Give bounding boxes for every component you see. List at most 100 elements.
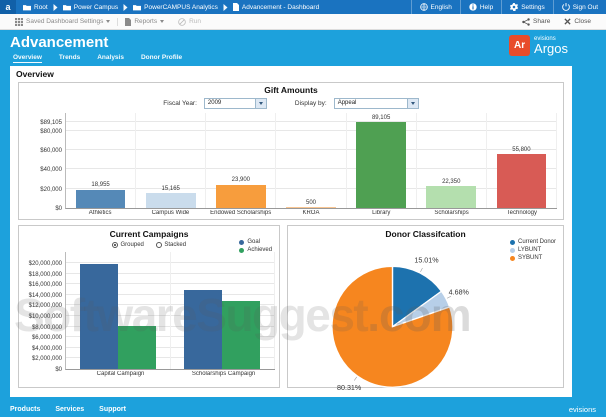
toolbar-close[interactable]: Close [557,18,598,26]
gift-category-column: 22,350 [417,113,487,208]
toolbar-label: Reports [134,18,158,25]
gift-bar-value: 500 [305,199,316,206]
breadcrumb-item-power-campus[interactable]: Power Campus [62,3,119,11]
y-tick-label: $4,000,000 [31,345,62,352]
mode-option-stacked[interactable]: Stacked [155,242,187,248]
donor-pie-chart: 15.01% 4.68% 80.31% [288,241,563,400]
tab-donor-profile[interactable]: Donor Profile [141,54,182,63]
gift-bar-library [356,122,407,208]
mode-label: Stacked [164,242,187,248]
toolbar-share[interactable]: Share [515,17,557,26]
info-icon [469,3,477,11]
gear-icon [510,3,519,11]
breadcrumb-label: Advancement - Dashboard [241,3,320,11]
page-title: Advancement [10,34,109,51]
breadcrumb-item-root[interactable]: Root [23,4,48,11]
gift-amounts-title: Gift Amounts [264,85,318,95]
dashboard-header: Advancement Overview Trends Analysis Donor … [0,30,606,66]
gift-bar-value: 18,955 [91,182,110,189]
footer-bar: Products Services Support evisions [0,402,606,417]
breadcrumb-arrow-icon [223,3,228,11]
gift-bar-value: 15,165 [161,185,180,192]
legend-dot-icon [509,239,515,245]
campaign-groups [66,252,276,369]
top-action-help[interactable]: Help [459,0,501,14]
legend-item-current-donor: Current Donor [509,239,556,245]
campaign-x-axis: Capital Campaign Scholarships Campaign [69,371,275,377]
toolbar-run: Run [171,17,208,26]
toolbar-reports[interactable]: Reports [118,17,171,26]
mode-option-grouped[interactable]: Grouped [112,242,144,248]
pie-label-tick [420,267,423,273]
donor-pie-svg: 15.01% 4.68% 80.31% [331,256,470,392]
toolbar-left-group: Saved Dashboard Settings Reports Run [8,17,208,26]
dashboard-tabs: Overview Trends Analysis Donor Profile [13,54,182,63]
donor-classification-panel: Donor Classifcation Current Donor LYBUNT S… [287,225,564,392]
gift-y-axis: $0 $20,000 $40,000 $60,000 $80,000 $89,105 [25,113,65,212]
footer-link-support[interactable]: Support [99,406,126,413]
legend-item-lybunt: LYBUNT [509,247,556,253]
campaign-x-label: Capital Campaign [96,371,145,377]
top-action-label: Settings [521,3,545,11]
donor-legend: Current Donor LYBUNT SYBUNT [509,239,556,263]
current-campaigns-panel: Current Campaigns Grouped Stacked Goal Ach… [18,225,281,388]
bottom-charts-row: Current Campaigns Grouped Stacked Goal Ach… [18,225,564,392]
y-tick-label: $20,000,000 [28,261,62,267]
y-tick-label: $10,000,000 [28,314,62,320]
campaign-x-label: Scholarships Campaign [191,371,256,377]
campaign-legend: Goal Achieved [239,239,272,255]
gift-category-column: 18,955 [66,113,137,208]
legend-dot-icon [509,247,515,253]
campaign-bar-goal [79,264,118,369]
tab-trends[interactable]: Trends [59,54,80,63]
argos-brand: Ar evisions Argos [509,35,568,56]
content-panel: Overview Gift Amounts Fiscal Year: 2009 … [10,66,572,397]
campaign-bar-goal [184,290,223,369]
toolbar-label: Share [533,18,551,25]
pie-percent-label: 4.68% [449,288,470,296]
dashboard-icon [232,3,239,11]
dashboard-toolbar: Saved Dashboard Settings Reports Run Share… [0,14,606,30]
gift-category-column: 89,105 [347,113,417,208]
breadcrumb-label: Root [34,3,48,11]
y-tick-label: $18,000,000 [28,271,62,278]
tab-overview[interactable]: Overview [13,54,42,63]
legend-dot-icon [239,247,245,253]
argos-label: Argos [534,41,568,56]
gift-amounts-controls: Fiscal Year: 2009 Display by: Appeal [19,95,563,111]
top-action-settings[interactable]: Settings [501,0,553,14]
legend-label: Goal [247,239,261,245]
radio-icon[interactable] [112,242,119,248]
section-title: Overview [16,69,54,79]
gift-plot-area: 18,955 15,165 23,900 500 89,105 22,350 55,800 [65,113,557,209]
fiscal-year-select[interactable]: 2009 [203,97,267,109]
argos-app-logo[interactable]: a [0,0,16,14]
radio-icon[interactable] [155,242,162,248]
breadcrumb-item-advancement-dashboard[interactable]: Advancement - Dashboard [232,3,320,11]
gift-x-axis: Athletics Campus Wide Endowed Scholarships… [65,210,557,216]
y-tick-label: $16,000,000 [28,282,62,289]
y-tick-label: $6,000,000 [31,335,62,342]
campaign-plot-area [65,252,276,370]
grid-icon [15,17,23,26]
top-action-sign-out[interactable]: Sign Out [552,0,606,14]
gift-bar-value: 23,900 [231,177,251,184]
close-icon [564,18,571,25]
folder-icon [23,4,31,11]
footer-link-services[interactable]: Services [55,406,84,413]
current-campaigns-title: Current Campaigns [109,229,189,239]
top-action-english[interactable]: English [410,0,460,14]
caret-down-icon [106,20,111,23]
y-tick-label: $0 [55,206,62,212]
toolbar-saved-dashboard-settings[interactable]: Saved Dashboard Settings [8,17,119,26]
gift-x-label: Endowed Scholarships [210,210,272,216]
display-by-select[interactable]: Appeal [333,97,419,109]
footer-link-products[interactable]: Products [10,406,40,413]
tab-analysis[interactable]: Analysis [97,54,124,63]
campaign-group-scholarships-campaign [171,252,276,369]
breadcrumb-label: Power Campus [73,3,119,11]
breadcrumb: Root Power Campus PowerCAMPUS Analytics Adv… [16,0,411,14]
breadcrumb-item-powercampus-analytics[interactable]: PowerCAMPUS Analytics [133,4,218,11]
run-icon [178,17,186,26]
toolbar-label: Saved Dashboard Settings [26,18,104,25]
